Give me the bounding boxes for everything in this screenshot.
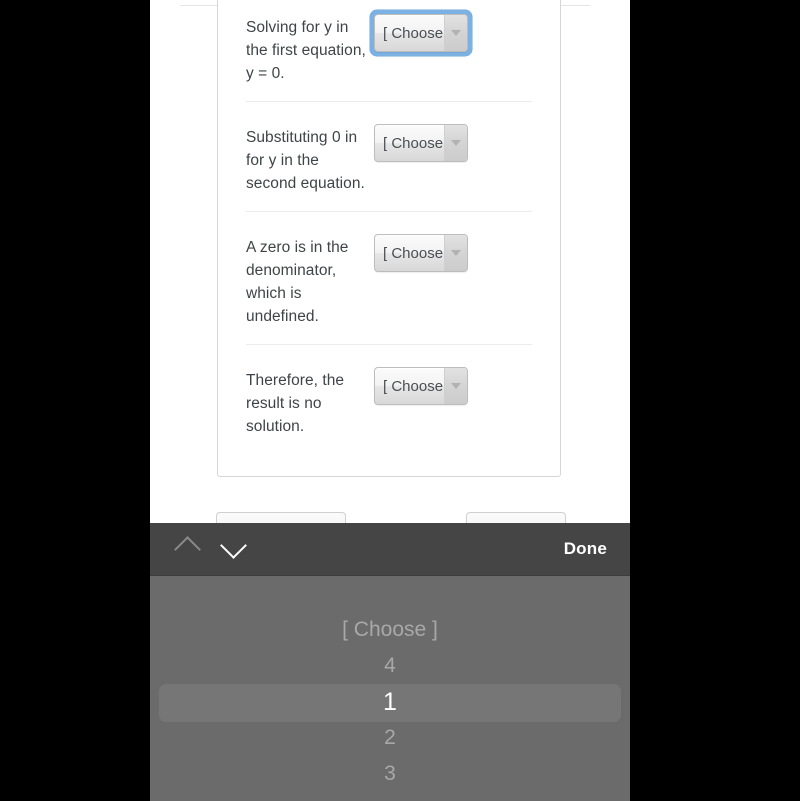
row-prompt-text: Therefore, the result is no solution. [246, 372, 345, 435]
row-prompt-text: Substituting 0 in for y in the second eq… [246, 129, 365, 192]
chevron-down-icon [451, 250, 461, 256]
webpage-content: Solving for y in the first equation, y =… [150, 0, 630, 523]
answer-select-label-2: [ Choose [383, 134, 444, 152]
row-prompt-text: Solving for y in the first equation, y =… [246, 19, 366, 82]
table-row: Solving for y in the first equation, y =… [246, 0, 532, 102]
picker-option[interactable]: 4 [150, 648, 630, 684]
answer-select-4[interactable]: [ Choose [374, 367, 468, 405]
letterbox-left [0, 0, 150, 801]
next-field-button[interactable] [210, 523, 256, 576]
chevron-down-icon [219, 532, 247, 559]
letterbox-right [630, 0, 800, 801]
form-action-buttons [150, 512, 630, 523]
answer-select-wrapper-3[interactable]: [ Choose [370, 230, 472, 276]
select-arrow-cell-2 [444, 125, 467, 161]
answer-select-label-4: [ Choose [383, 377, 444, 395]
row-prompt-text: A zero is in the denominator, which is u… [246, 239, 349, 325]
chevron-down-icon [451, 383, 461, 389]
table-row: Substituting 0 in for y in the second eq… [246, 102, 532, 212]
answer-select-label-3: [ Choose [383, 244, 444, 262]
done-button[interactable]: Done [564, 539, 607, 559]
picker-wheel[interactable]: [ Choose ] 4 1 2 3 [150, 576, 630, 801]
form-button-right[interactable] [466, 512, 566, 523]
table-row: Therefore, the result is no solution. [ … [246, 345, 532, 454]
answer-select-wrapper-4[interactable]: [ Choose [370, 363, 472, 409]
picker-option[interactable]: 3 [150, 756, 630, 792]
answer-select-label-1: [ Choose [383, 24, 444, 42]
chevron-up-icon [173, 535, 201, 563]
picker-option-list: [ Choose ] 4 1 2 3 [150, 612, 630, 792]
answer-select-wrapper-2[interactable]: [ Choose [370, 120, 472, 166]
chevron-down-icon [451, 140, 461, 146]
select-arrow-cell-1 [444, 15, 467, 51]
answer-select-2[interactable]: [ Choose [374, 124, 468, 162]
select-arrow-cell-3 [444, 235, 467, 271]
answer-select-1[interactable]: [ Choose [374, 14, 468, 52]
form-button-left[interactable] [216, 512, 346, 523]
previous-field-button[interactable] [164, 523, 210, 576]
chevron-down-icon [451, 30, 461, 36]
answer-select-3[interactable]: [ Choose [374, 234, 468, 272]
screenshot-stage: Solving for y in the first equation, y =… [0, 0, 800, 801]
picker-option-selected[interactable]: 1 [150, 684, 630, 720]
picker-toolbar: Done [150, 523, 630, 576]
picker-option[interactable]: 2 [150, 720, 630, 756]
answer-select-wrapper-1[interactable]: [ Choose [370, 10, 472, 56]
matching-question-card: Solving for y in the first equation, y =… [217, 0, 561, 477]
table-row: A zero is in the denominator, which is u… [246, 212, 532, 345]
picker-option[interactable]: [ Choose ] [150, 612, 630, 648]
device-viewport: Solving for y in the first equation, y =… [150, 0, 630, 801]
select-arrow-cell-4 [444, 368, 467, 404]
